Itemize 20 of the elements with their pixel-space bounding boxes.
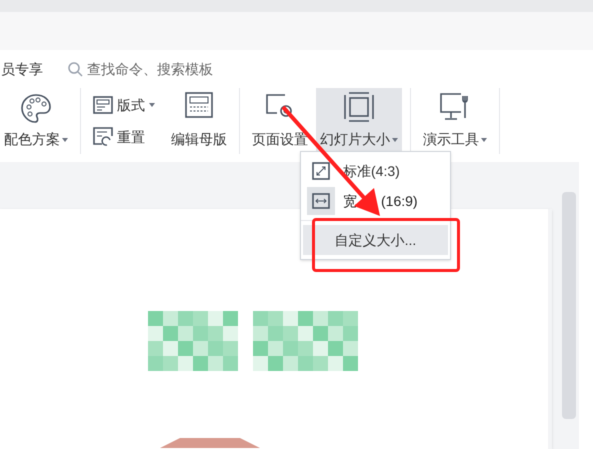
slide-master-icon bbox=[185, 92, 213, 118]
palette-icon bbox=[19, 92, 53, 126]
layout-icon bbox=[93, 96, 113, 114]
ribbon-button[interactable]: 版式 bbox=[89, 92, 159, 118]
ribbon-button[interactable]: 幻灯片大小 bbox=[316, 88, 402, 154]
ribbon-button[interactable]: 重置 bbox=[89, 124, 159, 150]
standard-ratio-icon bbox=[312, 162, 330, 180]
search-field[interactable]: 查找命令、搜索模板 bbox=[67, 58, 237, 80]
page-settings-icon bbox=[265, 92, 295, 120]
widescreen-icon bbox=[312, 193, 330, 209]
reset-icon bbox=[93, 127, 113, 147]
member-label[interactable]: 员专享 bbox=[1, 58, 43, 80]
ribbon-button[interactable]: 配色方案 bbox=[0, 88, 72, 154]
scrollbar[interactable] bbox=[562, 192, 576, 419]
monitor-wrench-icon bbox=[439, 92, 471, 122]
ribbon-button[interactable]: 编辑母版 bbox=[167, 88, 231, 154]
menu-item[interactable]: 自定义大小... bbox=[303, 225, 448, 255]
ribbon-button[interactable]: 演示工具 bbox=[419, 88, 491, 154]
slide-size-icon bbox=[344, 92, 374, 122]
search-icon bbox=[67, 61, 83, 77]
